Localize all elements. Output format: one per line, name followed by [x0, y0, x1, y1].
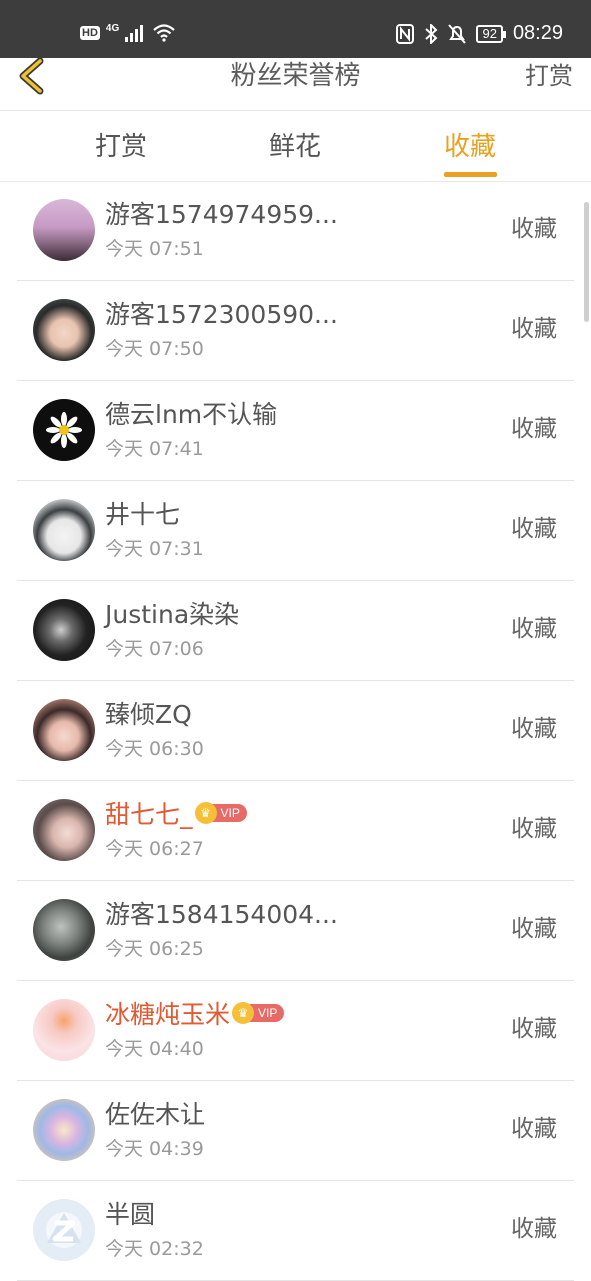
avatar[interactable] — [33, 799, 95, 861]
user-name: 冰糖炖玉米 ♛ VIP — [105, 998, 285, 1032]
network-type: 4G — [105, 22, 120, 34]
action-label: 收藏 — [511, 416, 557, 442]
user-name-text: 甜七七_ — [105, 800, 193, 829]
active-tab-indicator — [444, 172, 497, 177]
fan-list: 游客1574974959... 今天 07:51 收藏 游客1572300590… — [0, 181, 591, 1281]
avatar[interactable] — [33, 699, 95, 761]
avatar[interactable] — [33, 599, 95, 661]
reward-button[interactable]: 打赏 — [525, 58, 573, 94]
user-name: 佐佐木让 — [105, 1100, 206, 1129]
user-name: 半圆 — [105, 1200, 156, 1229]
action-label: 收藏 — [511, 216, 557, 242]
tab-bar: 打赏 鲜花 收藏 — [0, 111, 591, 182]
list-item[interactable]: 游客1584154004... 今天 06:25 收藏 — [17, 881, 574, 981]
wifi-icon — [153, 24, 175, 42]
list-item[interactable]: 佐佐木让 今天 04:39 收藏 — [17, 1081, 574, 1181]
list-item[interactable]: 冰糖炖玉米 ♛ VIP 今天 04:40 收藏 — [17, 981, 574, 1081]
action-label: 收藏 — [511, 1116, 557, 1142]
action-label: 收藏 — [511, 516, 557, 542]
status-right: 92 08:29 — [396, 22, 563, 45]
avatar[interactable] — [33, 1099, 95, 1161]
action-label: 收藏 — [511, 316, 557, 342]
user-name: 甜七七_ ♛ VIP — [105, 798, 247, 832]
list-item[interactable]: 井十七 今天 07:31 收藏 — [17, 481, 574, 581]
vip-badge: ♛ VIP — [232, 1002, 285, 1024]
list-item[interactable]: 游客1572300590... 今天 07:50 收藏 — [17, 281, 574, 381]
list-item[interactable]: 半圆 今天 02:32 收藏 — [17, 1181, 574, 1281]
user-name: Justina染染 — [105, 600, 240, 629]
action-label: 收藏 — [511, 616, 557, 642]
list-item[interactable]: Justina染染 今天 07:06 收藏 — [17, 581, 574, 681]
user-name: 井十七 — [105, 500, 181, 529]
timestamp: 今天 06:25 — [105, 938, 204, 960]
avatar[interactable] — [33, 399, 95, 461]
avatar[interactable] — [33, 999, 95, 1061]
page-title: 粉丝荣誉榜 — [230, 61, 361, 91]
user-name: 德云lnm不认输 — [105, 400, 278, 429]
battery-icon: 92 — [476, 24, 507, 43]
avatar[interactable] — [33, 899, 95, 961]
timestamp: 今天 07:41 — [105, 438, 204, 460]
list-item[interactable]: 德云lnm不认输 今天 07:41 收藏 — [17, 381, 574, 481]
timestamp: 今天 07:31 — [105, 538, 204, 560]
user-name: 游客1574974959... — [105, 200, 338, 229]
avatar[interactable] — [33, 1199, 95, 1261]
timestamp: 今天 06:27 — [105, 838, 204, 860]
avatar[interactable] — [33, 499, 95, 561]
nfc-icon — [396, 23, 415, 44]
timestamp: 今天 06:30 — [105, 738, 204, 760]
list-item[interactable]: 游客1574974959... 今天 07:51 收藏 — [17, 181, 574, 281]
tab-flowers[interactable]: 鲜花 — [269, 129, 321, 165]
crown-icon: ♛ — [194, 802, 217, 824]
tab-favorites[interactable]: 收藏 — [444, 129, 496, 165]
default-avatar-icon — [46, 1212, 82, 1248]
signal-icon — [125, 25, 144, 42]
timestamp: 今天 04:40 — [105, 1038, 204, 1060]
crown-icon: ♛ — [232, 1002, 255, 1024]
timestamp: 今天 07:51 — [105, 238, 204, 260]
status-bar: HD 4G 92 08:29 — [0, 0, 591, 58]
avatar[interactable] — [33, 299, 95, 361]
user-name: 游客1584154004... — [105, 900, 338, 929]
mute-bell-icon — [448, 23, 467, 44]
user-name: 游客1572300590... — [105, 300, 338, 329]
timestamp: 今天 07:50 — [105, 338, 204, 360]
user-name-text: 冰糖炖玉米 — [105, 1000, 231, 1029]
title-bar: 粉丝荣誉榜 打赏 — [0, 57, 591, 111]
scrollbar[interactable] — [584, 202, 589, 322]
timestamp: 今天 04:39 — [105, 1138, 204, 1160]
avatar[interactable] — [33, 199, 95, 261]
timestamp: 今天 07:06 — [105, 638, 204, 660]
action-label: 收藏 — [511, 1016, 557, 1042]
clock: 08:29 — [512, 22, 563, 44]
vip-badge: ♛ VIP — [194, 802, 247, 824]
action-label: 收藏 — [511, 1216, 557, 1242]
action-label: 收藏 — [511, 716, 557, 742]
bluetooth-icon — [425, 23, 438, 44]
status-left: HD 4G — [80, 22, 175, 42]
action-label: 收藏 — [511, 916, 557, 942]
list-item[interactable]: 臻倾ZQ 今天 06:30 收藏 — [17, 681, 574, 781]
tab-reward[interactable]: 打赏 — [95, 129, 147, 165]
user-name: 臻倾ZQ — [105, 700, 192, 729]
timestamp: 今天 02:32 — [105, 1238, 204, 1260]
action-label: 收藏 — [511, 816, 557, 842]
list-item[interactable]: 甜七七_ ♛ VIP 今天 06:27 收藏 — [17, 781, 574, 881]
daisy-icon — [46, 412, 82, 448]
hd-icon: HD — [80, 26, 100, 40]
